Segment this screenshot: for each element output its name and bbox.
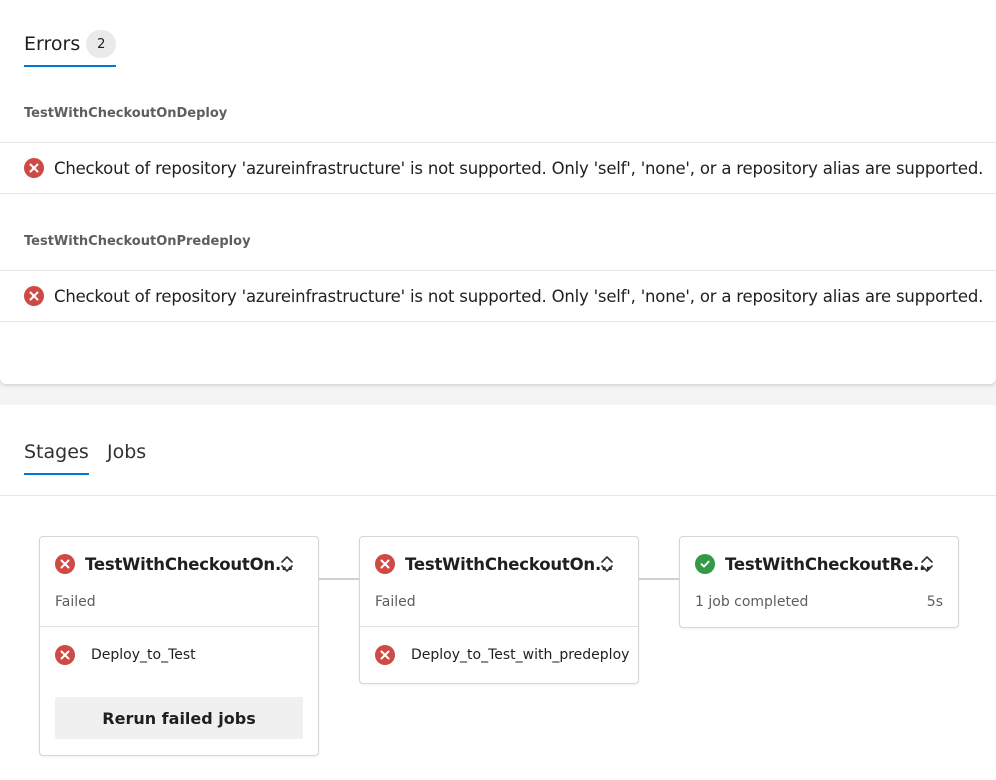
divider — [360, 626, 638, 627]
error-row[interactable]: Checkout of repository 'azureinfrastruct… — [0, 270, 996, 322]
stages-panel: Stages Jobs TestWithCheckoutOn... Failed… — [0, 405, 996, 780]
errors-count-badge: 2 — [86, 30, 117, 58]
errors-tab-label: Errors — [24, 33, 81, 55]
error-group-title: TestWithCheckoutOnDeploy — [24, 106, 228, 121]
stage-card[interactable]: TestWithCheckoutRe... 1 job completed 5s — [679, 536, 959, 628]
stages-tabs-bar: Stages Jobs — [0, 405, 996, 496]
job-name: Deploy_to_Test_with_predeploy — [411, 647, 630, 663]
stage-connector — [638, 578, 680, 580]
error-icon — [375, 645, 395, 665]
success-check-icon — [695, 554, 715, 574]
stage-header: TestWithCheckoutOn... — [375, 553, 626, 575]
error-message: Checkout of repository 'azureinfrastruct… — [54, 286, 984, 306]
tab-stages[interactable]: Stages — [24, 439, 89, 475]
rerun-failed-jobs-button[interactable]: Rerun failed jobs — [55, 697, 303, 739]
error-message: Checkout of repository 'azureinfrastruct… — [54, 158, 984, 178]
stage-duration: 5s — [926, 594, 943, 610]
job-item[interactable]: Deploy_to_Test_with_predeploy — [375, 645, 629, 665]
tab-jobs[interactable]: Jobs — [107, 439, 146, 465]
errors-panel: Errors 2 TestWithCheckoutOnDeploy Checko… — [0, 0, 996, 384]
expand-collapse-icon[interactable] — [276, 553, 298, 575]
error-icon — [24, 286, 44, 306]
stage-status: 1 job completed — [695, 594, 809, 610]
stage-card[interactable]: TestWithCheckoutOn... Failed Deploy_to_T… — [39, 536, 319, 756]
error-icon — [55, 645, 75, 665]
job-name: Deploy_to_Test — [91, 647, 196, 663]
expand-collapse-icon[interactable] — [596, 553, 618, 575]
stage-header: TestWithCheckoutOn... — [55, 553, 306, 575]
error-icon — [24, 158, 44, 178]
stage-status: Failed — [375, 594, 416, 610]
error-icon — [55, 554, 75, 574]
divider — [40, 626, 318, 627]
stage-name: TestWithCheckoutRe... — [725, 554, 932, 574]
stage-card[interactable]: TestWithCheckoutOn... Failed Deploy_to_T… — [359, 536, 639, 684]
error-icon — [375, 554, 395, 574]
stage-header: TestWithCheckoutRe... — [695, 553, 946, 575]
errors-tab[interactable]: Errors 2 — [24, 30, 117, 67]
job-item[interactable]: Deploy_to_Test — [55, 645, 196, 665]
error-row[interactable]: Checkout of repository 'azureinfrastruct… — [0, 142, 996, 194]
stage-status: Failed — [55, 594, 96, 610]
expand-collapse-icon[interactable] — [916, 553, 938, 575]
stage-connector — [318, 578, 360, 580]
stage-name: TestWithCheckoutOn... — [405, 554, 614, 574]
error-group-title: TestWithCheckoutOnPredeploy — [24, 234, 251, 249]
stage-name: TestWithCheckoutOn... — [85, 554, 294, 574]
